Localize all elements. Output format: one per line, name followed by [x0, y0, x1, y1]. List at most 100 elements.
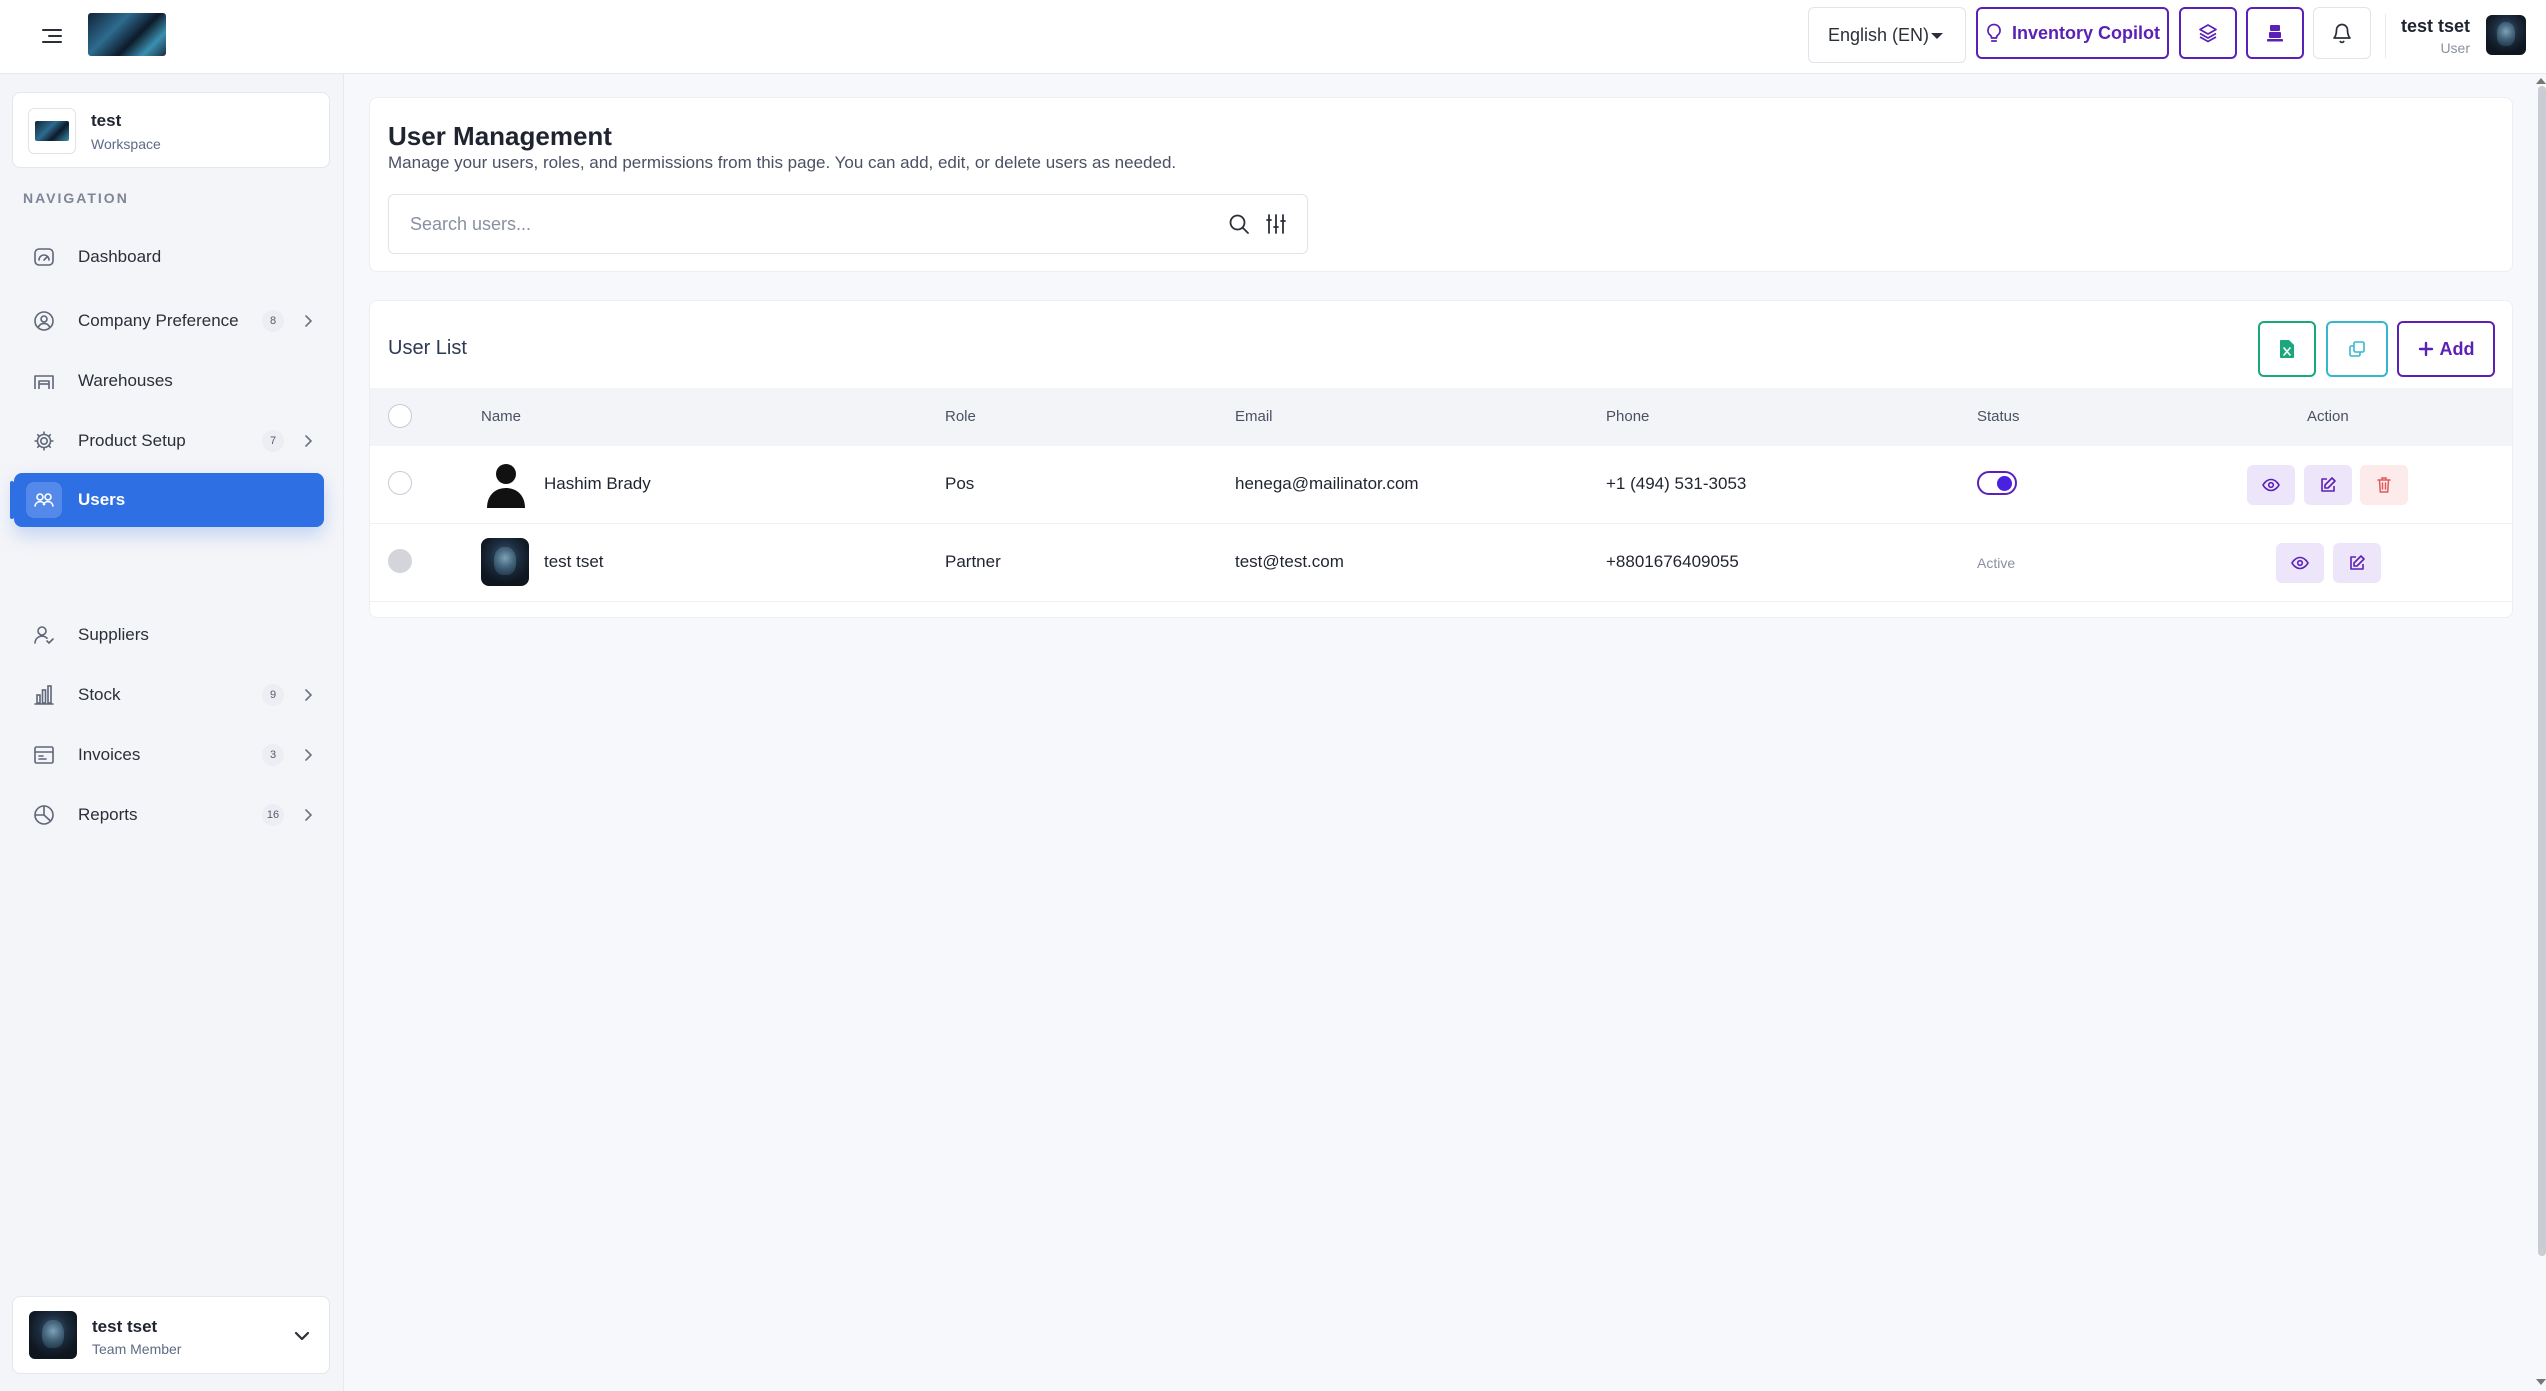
avatar — [2486, 15, 2526, 55]
invoice-icon — [34, 746, 54, 764]
nav-heading: NAVIGATION — [23, 190, 129, 206]
chevron-right-icon — [305, 749, 313, 761]
users-icon — [34, 493, 54, 507]
chevron-right-icon — [305, 435, 313, 447]
pos-button[interactable] — [2246, 7, 2304, 59]
count-badge: 3 — [262, 744, 284, 766]
chevron-down-icon — [294, 1331, 310, 1341]
dashboard-icon — [34, 248, 54, 266]
search-bar — [388, 194, 1308, 254]
chevron-right-icon — [305, 315, 313, 327]
column-header-role: Role — [945, 408, 976, 425]
filter-sliders-icon[interactable] — [1264, 212, 1288, 236]
sidebar-item-users[interactable]: Users — [10, 473, 324, 527]
status-toggle[interactable] — [1977, 471, 2017, 495]
inventory-copilot-button[interactable]: Inventory Copilot — [1976, 7, 2169, 59]
column-header-name: Name — [481, 408, 522, 425]
sidebar-item-stock[interactable]: Stock 9 — [14, 668, 324, 722]
column-header-action: Action — [2307, 408, 2349, 425]
select-all-checkbox[interactable] — [388, 404, 412, 428]
workspace-logo — [28, 108, 76, 154]
user-list-card: User List Add Name Role Email Phone Stat… — [369, 300, 2513, 618]
sidebar-item-label: Warehouses — [78, 371, 173, 390]
trash-icon — [2377, 477, 2391, 493]
warehouse-icon — [34, 375, 54, 389]
view-button[interactable] — [2247, 465, 2295, 505]
company-icon — [34, 311, 54, 331]
user-name: Hashim Brady — [544, 474, 651, 493]
column-header-phone: Phone — [1606, 408, 1650, 425]
gear-icon — [34, 431, 54, 451]
sidebar-item-invoices[interactable]: Invoices 3 — [14, 728, 324, 782]
page-title: User Management — [388, 121, 612, 151]
edit-button[interactable] — [2333, 543, 2381, 583]
reports-icon — [34, 805, 54, 825]
bell-icon — [2333, 23, 2351, 44]
layers-button[interactable] — [2179, 7, 2237, 59]
brand-logo[interactable] — [88, 13, 166, 56]
count-badge: 7 — [262, 430, 284, 452]
supplier-icon — [34, 626, 54, 645]
user-role: User — [2440, 40, 2470, 56]
user-email: henega@mailinator.com — [1235, 474, 1419, 493]
user-name: test tset — [2400, 16, 2470, 36]
plus-icon — [2418, 341, 2433, 357]
page-scrollbar[interactable] — [2538, 86, 2546, 1256]
count-badge: 16 — [262, 804, 284, 826]
account-menu[interactable]: test tset Team Member — [12, 1296, 330, 1374]
count-badge: 9 — [262, 684, 284, 706]
sidebar-item-reports[interactable]: Reports 16 — [14, 788, 324, 842]
sidebar-item-suppliers[interactable]: Suppliers — [14, 608, 324, 662]
row-checkbox[interactable] — [388, 471, 412, 495]
count-badge: 8 — [262, 310, 284, 332]
sidebar-item-dashboard[interactable]: Dashboard — [14, 230, 324, 284]
sidebar-item-label: Reports — [78, 805, 138, 824]
sidebar-item-label: Stock — [78, 685, 121, 704]
notifications-button[interactable] — [2313, 7, 2371, 59]
status-badge: Active — [1977, 555, 2016, 571]
workspace-label: Workspace — [91, 136, 161, 152]
user-menu[interactable]: test tset User — [2400, 7, 2530, 63]
column-header-status: Status — [1977, 408, 2020, 425]
workspace-name: test — [91, 111, 122, 130]
user-name: test tset — [544, 552, 604, 571]
chevron-right-icon — [305, 689, 313, 701]
sidebar-item-company-preference[interactable]: Company Preference 8 — [14, 294, 324, 348]
column-header-email: Email — [1235, 408, 1273, 425]
table-header: Name Role Email Phone Status Action — [370, 388, 2512, 446]
search-icon[interactable] — [1227, 212, 1251, 236]
stock-icon — [34, 685, 54, 705]
scroll-up-arrow[interactable] — [2536, 78, 2546, 84]
sidebar-item-product-setup[interactable]: Product Setup 7 — [14, 414, 324, 468]
add-user-button[interactable]: Add — [2397, 321, 2495, 377]
cash-register-icon — [2267, 25, 2283, 42]
sidebar-item-label: Product Setup — [78, 431, 186, 450]
page-header-card: User Management Manage your users, roles… — [369, 97, 2513, 272]
sidebar-item-label: Invoices — [78, 745, 141, 764]
delete-button[interactable] — [2360, 465, 2408, 505]
search-input[interactable] — [390, 196, 1220, 252]
sidebar-item-label: Users — [78, 490, 126, 509]
lightbulb-icon — [1987, 23, 2001, 42]
edit-button[interactable] — [2304, 465, 2352, 505]
sidebar-item-label: Company Preference — [78, 311, 239, 330]
menu-toggle-icon[interactable] — [38, 22, 66, 50]
caret-down-icon — [1931, 33, 1943, 39]
workspace-switcher[interactable]: test Workspace — [12, 92, 330, 168]
avatar — [29, 1311, 77, 1359]
sidebar-item-warehouses[interactable]: Warehouses — [14, 354, 324, 408]
top-bar: English (EN) Inventory Copilot test tset — [0, 0, 2546, 74]
user-list-title: User List — [388, 337, 467, 359]
row-checkbox[interactable] — [388, 549, 412, 573]
language-label: English (EN) — [1828, 24, 1930, 45]
export-excel-button[interactable] — [2258, 321, 2316, 377]
table-row: Hashim Brady Pos henega@mailinator.com +… — [370, 446, 2512, 524]
copy-button[interactable] — [2326, 321, 2388, 377]
layers-icon — [2199, 24, 2217, 43]
excel-file-icon — [2280, 340, 2294, 358]
sidebar-item-label: Dashboard — [78, 247, 162, 266]
scroll-down-arrow[interactable] — [2536, 1379, 2546, 1385]
view-button[interactable] — [2276, 543, 2324, 583]
language-select[interactable]: English (EN) — [1808, 7, 1966, 63]
table-row: test tset Partner test@test.com +8801676… — [370, 524, 2512, 602]
